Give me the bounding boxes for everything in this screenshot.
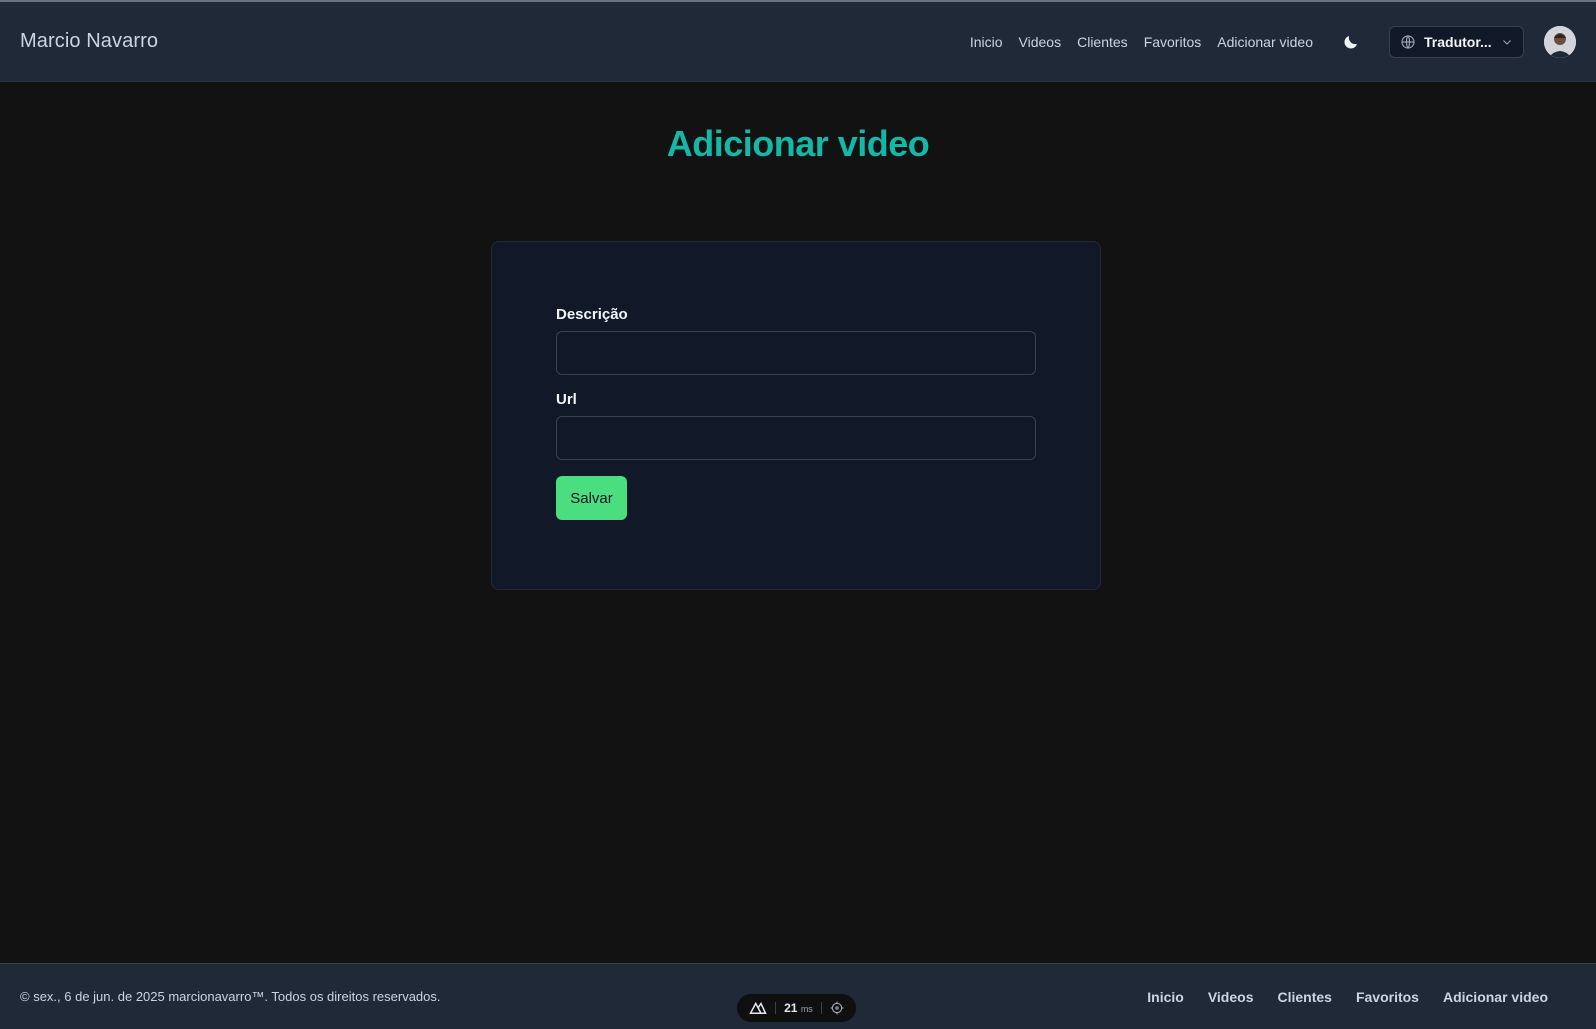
url-input[interactable]	[556, 416, 1036, 460]
footer-nav-favoritos[interactable]: Favoritos	[1356, 989, 1419, 1005]
moon-icon	[1344, 35, 1357, 49]
render-time: 21 ms	[784, 1001, 813, 1015]
render-time-unit: ms	[800, 1004, 813, 1014]
nav-adicionar-video[interactable]: Adicionar video	[1217, 34, 1313, 50]
user-avatar[interactable]	[1544, 25, 1576, 58]
description-group: Descrição	[556, 306, 1036, 375]
globe-icon	[1401, 34, 1415, 49]
nav-favoritos[interactable]: Favoritos	[1144, 34, 1202, 50]
nuxt-icon[interactable]	[749, 1001, 767, 1015]
footer-nav-adicionar-video[interactable]: Adicionar video	[1443, 989, 1548, 1005]
render-time-value: 21	[784, 1001, 798, 1015]
devtools-divider	[775, 1002, 777, 1014]
nav-videos[interactable]: Videos	[1019, 34, 1062, 50]
copyright-text: © sex., 6 de jun. de 2025 marcionavarro™…	[20, 989, 441, 1004]
main-nav: Inicio Videos Clientes Favoritos Adicion…	[970, 34, 1313, 50]
footer-nav: Inicio Videos Clientes Favoritos Adicion…	[1123, 989, 1548, 1005]
brand-name[interactable]: Marcio Navarro	[20, 30, 158, 53]
nav-inicio[interactable]: Inicio	[970, 34, 1003, 50]
url-label: Url	[556, 391, 577, 408]
chevron-down-icon	[1503, 39, 1511, 45]
footer-nav-clientes[interactable]: Clientes	[1277, 989, 1331, 1005]
url-group: Url	[556, 391, 1036, 460]
footer-nav-inicio[interactable]: Inicio	[1147, 989, 1184, 1005]
devtools-divider	[820, 1002, 822, 1014]
description-label: Descrição	[556, 306, 628, 323]
nav-clientes[interactable]: Clientes	[1077, 34, 1128, 50]
add-video-form: Descrição Url Salvar	[491, 241, 1101, 590]
translator-label: Tradutor...	[1424, 33, 1492, 50]
translator-dropdown[interactable]: Tradutor...	[1389, 25, 1524, 58]
page-title: Adicionar video	[666, 123, 930, 164]
theme-toggle-button[interactable]	[1337, 28, 1365, 56]
top-navbar: Marcio Navarro Inicio Videos Clientes Fa…	[0, 2, 1596, 82]
save-button[interactable]: Salvar	[556, 476, 627, 520]
description-input[interactable]	[556, 331, 1036, 375]
avatar-person-icon	[1544, 25, 1576, 58]
footer-nav-videos[interactable]: Videos	[1208, 989, 1254, 1005]
devtools-bar[interactable]: 21 ms	[737, 994, 856, 1022]
crosshair-icon[interactable]	[830, 1001, 844, 1015]
main-content: Adicionar video Descrição Url Salvar	[0, 83, 1596, 963]
